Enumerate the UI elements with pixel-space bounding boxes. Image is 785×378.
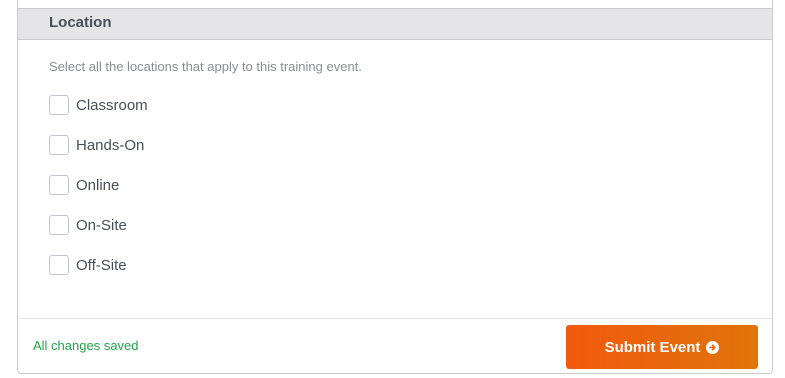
checkbox-off-site[interactable] — [49, 255, 69, 275]
option-off-site[interactable]: Off-Site — [49, 254, 148, 276]
option-on-site[interactable]: On-Site — [49, 214, 148, 236]
option-label: Hands-On — [76, 136, 145, 154]
checkbox-classroom[interactable] — [49, 95, 69, 115]
option-label: Classroom — [76, 96, 148, 114]
option-online[interactable]: Online — [49, 174, 148, 196]
card-footer: All changes saved Submit Event — [18, 318, 772, 373]
option-hands-on[interactable]: Hands-On — [49, 134, 148, 156]
option-label: On-Site — [76, 216, 127, 234]
submit-event-button[interactable]: Submit Event — [566, 325, 758, 369]
location-options: Classroom Hands-On Online On-Site Off-Si… — [49, 94, 148, 294]
location-card: Location Select all the locations that a… — [17, 0, 773, 374]
submit-button-label: Submit Event — [604, 338, 701, 356]
option-classroom[interactable]: Classroom — [49, 94, 148, 116]
checkbox-online[interactable] — [49, 175, 69, 195]
save-status: All changes saved — [33, 338, 139, 353]
option-label: Online — [76, 176, 120, 194]
checkbox-hands-on[interactable] — [49, 135, 69, 155]
section-title: Location — [49, 14, 112, 31]
section-header: Location — [18, 8, 772, 40]
checkbox-on-site[interactable] — [49, 215, 69, 235]
option-label: Off-Site — [76, 256, 127, 274]
arrow-right-circle-icon — [706, 340, 720, 354]
help-text: Select all the locations that apply to t… — [49, 59, 362, 74]
